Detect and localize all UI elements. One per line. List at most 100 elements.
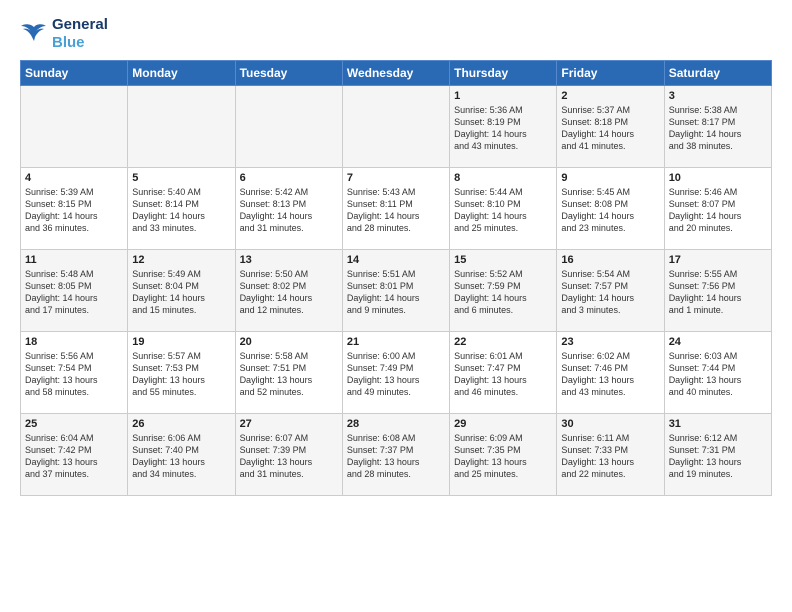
cell-content: Sunrise: 6:11 AM Sunset: 7:33 PM Dayligh… bbox=[561, 432, 659, 481]
day-number: 2 bbox=[561, 90, 659, 102]
day-number: 13 bbox=[240, 254, 338, 266]
day-number: 7 bbox=[347, 172, 445, 184]
day-number: 24 bbox=[669, 336, 767, 348]
day-number: 28 bbox=[347, 418, 445, 430]
cell-content: Sunrise: 6:04 AM Sunset: 7:42 PM Dayligh… bbox=[25, 432, 123, 481]
calendar-cell bbox=[235, 86, 342, 168]
cell-content: Sunrise: 5:43 AM Sunset: 8:11 PM Dayligh… bbox=[347, 186, 445, 235]
col-header-saturday: Saturday bbox=[664, 61, 771, 86]
calendar-cell: 14 Sunrise: 5:51 AM Sunset: 8:01 PM Dayli… bbox=[342, 250, 449, 332]
calendar-cell: 7 Sunrise: 5:43 AM Sunset: 8:11 PM Daylig… bbox=[342, 168, 449, 250]
day-number: 30 bbox=[561, 418, 659, 430]
calendar-cell: 25 Sunrise: 6:04 AM Sunset: 7:42 PM Dayli… bbox=[21, 414, 128, 496]
day-number: 10 bbox=[669, 172, 767, 184]
day-number: 11 bbox=[25, 254, 123, 266]
col-header-sunday: Sunday bbox=[21, 61, 128, 86]
day-number: 12 bbox=[132, 254, 230, 266]
week-row-3: 11 Sunrise: 5:48 AM Sunset: 8:05 PM Dayli… bbox=[21, 250, 772, 332]
calendar-cell: 1 Sunrise: 5:36 AM Sunset: 8:19 PM Daylig… bbox=[450, 86, 557, 168]
cell-content: Sunrise: 5:52 AM Sunset: 7:59 PM Dayligh… bbox=[454, 268, 552, 317]
cell-content: Sunrise: 6:07 AM Sunset: 7:39 PM Dayligh… bbox=[240, 432, 338, 481]
cell-content: Sunrise: 6:08 AM Sunset: 7:37 PM Dayligh… bbox=[347, 432, 445, 481]
day-number: 25 bbox=[25, 418, 123, 430]
calendar-cell: 3 Sunrise: 5:38 AM Sunset: 8:17 PM Daylig… bbox=[664, 86, 771, 168]
header-row: SundayMondayTuesdayWednesdayThursdayFrid… bbox=[21, 61, 772, 86]
calendar-cell: 13 Sunrise: 5:50 AM Sunset: 8:02 PM Dayli… bbox=[235, 250, 342, 332]
cell-content: Sunrise: 5:42 AM Sunset: 8:13 PM Dayligh… bbox=[240, 186, 338, 235]
day-number: 21 bbox=[347, 336, 445, 348]
cell-content: Sunrise: 6:00 AM Sunset: 7:49 PM Dayligh… bbox=[347, 350, 445, 399]
calendar-cell: 6 Sunrise: 5:42 AM Sunset: 8:13 PM Daylig… bbox=[235, 168, 342, 250]
calendar-cell: 15 Sunrise: 5:52 AM Sunset: 7:59 PM Dayli… bbox=[450, 250, 557, 332]
cell-content: Sunrise: 5:40 AM Sunset: 8:14 PM Dayligh… bbox=[132, 186, 230, 235]
calendar-cell: 12 Sunrise: 5:49 AM Sunset: 8:04 PM Dayli… bbox=[128, 250, 235, 332]
day-number: 31 bbox=[669, 418, 767, 430]
cell-content: Sunrise: 6:03 AM Sunset: 7:44 PM Dayligh… bbox=[669, 350, 767, 399]
calendar-cell: 26 Sunrise: 6:06 AM Sunset: 7:40 PM Dayli… bbox=[128, 414, 235, 496]
calendar-cell: 28 Sunrise: 6:08 AM Sunset: 7:37 PM Dayli… bbox=[342, 414, 449, 496]
day-number: 22 bbox=[454, 336, 552, 348]
cell-content: Sunrise: 5:57 AM Sunset: 7:53 PM Dayligh… bbox=[132, 350, 230, 399]
logo-icon bbox=[20, 23, 48, 45]
calendar-cell bbox=[128, 86, 235, 168]
cell-content: Sunrise: 6:01 AM Sunset: 7:47 PM Dayligh… bbox=[454, 350, 552, 399]
cell-content: Sunrise: 5:49 AM Sunset: 8:04 PM Dayligh… bbox=[132, 268, 230, 317]
day-number: 26 bbox=[132, 418, 230, 430]
cell-content: Sunrise: 5:58 AM Sunset: 7:51 PM Dayligh… bbox=[240, 350, 338, 399]
day-number: 1 bbox=[454, 90, 552, 102]
cell-content: Sunrise: 5:36 AM Sunset: 8:19 PM Dayligh… bbox=[454, 104, 552, 153]
calendar-cell: 27Sunrise: 6:07 AM Sunset: 7:39 PM Dayli… bbox=[235, 414, 342, 496]
page: General Blue SundayMondayTuesdayWednesda… bbox=[0, 0, 792, 612]
header: General Blue bbox=[20, 16, 772, 52]
cell-content: Sunrise: 6:06 AM Sunset: 7:40 PM Dayligh… bbox=[132, 432, 230, 481]
day-number: 17 bbox=[669, 254, 767, 266]
cell-content: Sunrise: 6:09 AM Sunset: 7:35 PM Dayligh… bbox=[454, 432, 552, 481]
calendar-cell: 23 Sunrise: 6:02 AM Sunset: 7:46 PM Dayli… bbox=[557, 332, 664, 414]
calendar-table: SundayMondayTuesdayWednesdayThursdayFrid… bbox=[20, 60, 772, 496]
day-number: 4 bbox=[25, 172, 123, 184]
day-number: 20 bbox=[240, 336, 338, 348]
cell-content: Sunrise: 5:37 AM Sunset: 8:18 PM Dayligh… bbox=[561, 104, 659, 153]
cell-content: Sunrise: 5:55 AM Sunset: 7:56 PM Dayligh… bbox=[669, 268, 767, 317]
day-number: 6 bbox=[240, 172, 338, 184]
col-header-wednesday: Wednesday bbox=[342, 61, 449, 86]
week-row-4: 18 Sunrise: 5:56 AM Sunset: 7:54 PM Dayli… bbox=[21, 332, 772, 414]
day-number: 16 bbox=[561, 254, 659, 266]
day-number: 5 bbox=[132, 172, 230, 184]
calendar-cell: 18 Sunrise: 5:56 AM Sunset: 7:54 PM Dayli… bbox=[21, 332, 128, 414]
day-number: 23 bbox=[561, 336, 659, 348]
week-row-5: 25 Sunrise: 6:04 AM Sunset: 7:42 PM Dayli… bbox=[21, 414, 772, 496]
col-header-thursday: Thursday bbox=[450, 61, 557, 86]
cell-content: Sunrise: 5:50 AM Sunset: 8:02 PM Dayligh… bbox=[240, 268, 338, 317]
day-number: 18 bbox=[25, 336, 123, 348]
calendar-cell: 19Sunrise: 5:57 AM Sunset: 7:53 PM Dayli… bbox=[128, 332, 235, 414]
calendar-cell: 31Sunrise: 6:12 AM Sunset: 7:31 PM Dayli… bbox=[664, 414, 771, 496]
calendar-cell bbox=[342, 86, 449, 168]
cell-content: Sunrise: 5:45 AM Sunset: 8:08 PM Dayligh… bbox=[561, 186, 659, 235]
cell-content: Sunrise: 6:02 AM Sunset: 7:46 PM Dayligh… bbox=[561, 350, 659, 399]
calendar-cell: 5 Sunrise: 5:40 AM Sunset: 8:14 PM Daylig… bbox=[128, 168, 235, 250]
day-number: 9 bbox=[561, 172, 659, 184]
calendar-cell: 20 Sunrise: 5:58 AM Sunset: 7:51 PM Dayli… bbox=[235, 332, 342, 414]
cell-content: Sunrise: 5:54 AM Sunset: 7:57 PM Dayligh… bbox=[561, 268, 659, 317]
calendar-cell: 10 Sunrise: 5:46 AM Sunset: 8:07 PM Dayli… bbox=[664, 168, 771, 250]
week-row-2: 4Sunrise: 5:39 AM Sunset: 8:15 PM Daylig… bbox=[21, 168, 772, 250]
cell-content: Sunrise: 5:48 AM Sunset: 8:05 PM Dayligh… bbox=[25, 268, 123, 317]
logo: General Blue bbox=[20, 16, 108, 52]
day-number: 14 bbox=[347, 254, 445, 266]
cell-content: Sunrise: 5:56 AM Sunset: 7:54 PM Dayligh… bbox=[25, 350, 123, 399]
calendar-cell: 16 Sunrise: 5:54 AM Sunset: 7:57 PM Dayli… bbox=[557, 250, 664, 332]
calendar-cell: 24 Sunrise: 6:03 AM Sunset: 7:44 PM Dayli… bbox=[664, 332, 771, 414]
day-number: 3 bbox=[669, 90, 767, 102]
cell-content: Sunrise: 5:44 AM Sunset: 8:10 PM Dayligh… bbox=[454, 186, 552, 235]
cell-content: Sunrise: 5:46 AM Sunset: 8:07 PM Dayligh… bbox=[669, 186, 767, 235]
cell-content: Sunrise: 5:38 AM Sunset: 8:17 PM Dayligh… bbox=[669, 104, 767, 153]
calendar-cell bbox=[21, 86, 128, 168]
day-number: 15 bbox=[454, 254, 552, 266]
cell-content: Sunrise: 5:51 AM Sunset: 8:01 PM Dayligh… bbox=[347, 268, 445, 317]
logo-text: General Blue bbox=[52, 16, 108, 52]
day-number: 8 bbox=[454, 172, 552, 184]
calendar-cell: 8 Sunrise: 5:44 AM Sunset: 8:10 PM Daylig… bbox=[450, 168, 557, 250]
day-number: 29 bbox=[454, 418, 552, 430]
calendar-cell: 30 Sunrise: 6:11 AM Sunset: 7:33 PM Dayli… bbox=[557, 414, 664, 496]
